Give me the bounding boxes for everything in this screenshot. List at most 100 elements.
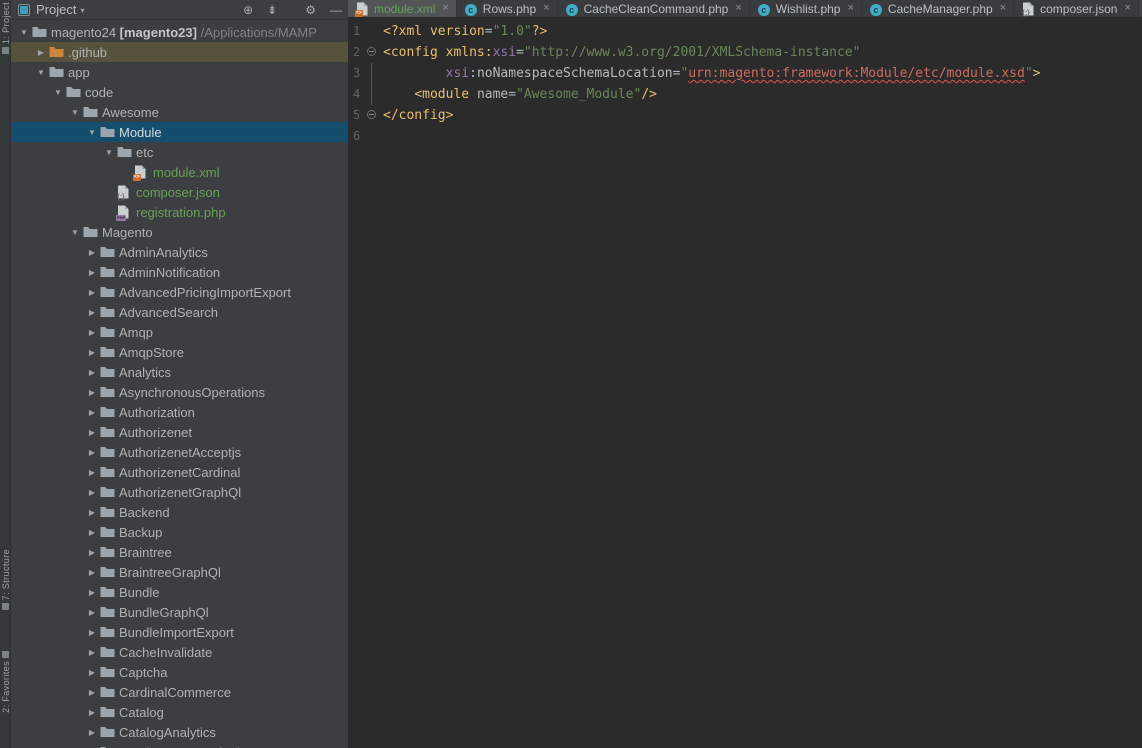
tree-row-module.xml[interactable]: <>module.xml — [11, 162, 348, 182]
code-line-5[interactable]: 5</config> — [348, 105, 1142, 126]
fold-collapse-icon[interactable] — [367, 110, 376, 119]
tree-row-AmqpStore[interactable]: ▶ AmqpStore — [11, 342, 348, 362]
tree-row-Catalog[interactable]: ▶ Catalog — [11, 702, 348, 722]
collapsed-arrow-icon[interactable]: ▶ — [84, 268, 100, 277]
tree-row-BraintreeGraphQl[interactable]: ▶ BraintreeGraphQl — [11, 562, 348, 582]
tree-row-etc[interactable]: ▼ etc — [11, 142, 348, 162]
collapsed-arrow-icon[interactable]: ▶ — [84, 648, 100, 657]
collapsed-arrow-icon[interactable]: ▶ — [84, 468, 100, 477]
collapsed-arrow-icon[interactable]: ▶ — [84, 428, 100, 437]
close-tab-icon[interactable]: × — [735, 3, 741, 14]
code-line-1[interactable]: 1<?xml version="1.0"?> — [348, 21, 1142, 42]
collapsed-arrow-icon[interactable]: ▶ — [84, 508, 100, 517]
tree-row-Module[interactable]: ▼ Module — [11, 122, 348, 142]
collapsed-arrow-icon[interactable]: ▶ — [84, 608, 100, 617]
hide-panel-icon[interactable]: — — [330, 3, 342, 17]
tree-row-Authorization[interactable]: ▶ Authorization — [11, 402, 348, 422]
tree-row-Backend[interactable]: ▶ Backend — [11, 502, 348, 522]
tree-row-composer.json[interactable]: {;}composer.json — [11, 182, 348, 202]
collapsed-arrow-icon[interactable]: ▶ — [84, 488, 100, 497]
tab-Wishlist.php[interactable]: cWishlist.php× — [750, 0, 862, 17]
tree-row-CacheInvalidate[interactable]: ▶ CacheInvalidate — [11, 642, 348, 662]
collapsed-arrow-icon[interactable]: ▶ — [84, 728, 100, 737]
tree-row-Amqp[interactable]: ▶ Amqp — [11, 322, 348, 342]
collapsed-arrow-icon[interactable]: ▶ — [84, 588, 100, 597]
tree-row-registration.php[interactable]: PHPregistration.php — [11, 202, 348, 222]
tree-row-Analytics[interactable]: ▶ Analytics — [11, 362, 348, 382]
tree-row-code[interactable]: ▼ code — [11, 82, 348, 102]
code-line-3[interactable]: 3 xsi:noNamespaceSchemaLocation="urn:mag… — [348, 63, 1142, 84]
tree-row-app[interactable]: ▼ app — [11, 62, 348, 82]
tree-row-Awesome[interactable]: ▼ Awesome — [11, 102, 348, 122]
tree-row-AuthorizenetAcceptjs[interactable]: ▶ AuthorizenetAcceptjs — [11, 442, 348, 462]
tree-row-CatalogCmsGraphQl[interactable]: ▶ CatalogCmsGraphQl — [11, 742, 348, 748]
tree-row-AdvancedSearch[interactable]: ▶ AdvancedSearch — [11, 302, 348, 322]
collapsed-arrow-icon[interactable]: ▶ — [84, 448, 100, 457]
expanded-arrow-icon[interactable]: ▼ — [67, 108, 83, 117]
collapsed-arrow-icon[interactable]: ▶ — [84, 568, 100, 577]
close-tab-icon[interactable]: × — [442, 3, 448, 14]
code-editor[interactable]: 1<?xml version="1.0"?>2<config xmlns:xsi… — [348, 18, 1142, 748]
code-line-2[interactable]: 2<config xmlns:xsi="http://www.w3.org/20… — [348, 42, 1142, 63]
collapsed-arrow-icon[interactable]: ▶ — [84, 288, 100, 297]
stripe-favorites-button[interactable]: 2: Favorites — [0, 648, 11, 713]
collapsed-arrow-icon[interactable]: ▶ — [84, 548, 100, 557]
close-tab-icon[interactable]: × — [847, 3, 853, 14]
collapsed-arrow-icon[interactable]: ▶ — [84, 708, 100, 717]
settings-gear-icon[interactable]: ⚙ — [305, 3, 316, 17]
tab-CacheCleanCommand.php[interactable]: cCacheCleanCommand.php× — [558, 0, 750, 17]
close-tab-icon[interactable]: × — [1124, 3, 1130, 14]
expanded-arrow-icon[interactable]: ▼ — [84, 128, 100, 137]
tree-row-AsynchronousOperations[interactable]: ▶ AsynchronousOperations — [11, 382, 348, 402]
fold-collapse-icon[interactable] — [367, 47, 376, 56]
tree-row-Captcha[interactable]: ▶ Captcha — [11, 662, 348, 682]
collapsed-arrow-icon[interactable]: ▶ — [84, 388, 100, 397]
tree-row-.github[interactable]: ▶ .github — [11, 42, 348, 62]
tree-row-Authorizenet[interactable]: ▶ Authorizenet — [11, 422, 348, 442]
tree-row-Backup[interactable]: ▶ Backup — [11, 522, 348, 542]
collapsed-arrow-icon[interactable]: ▶ — [84, 368, 100, 377]
locate-file-icon[interactable]: ⊕ — [243, 3, 253, 17]
tree-row-BundleImportExport[interactable]: ▶ BundleImportExport — [11, 622, 348, 642]
collapsed-arrow-icon[interactable]: ▶ — [84, 628, 100, 637]
tree-row-Bundle[interactable]: ▶ Bundle — [11, 582, 348, 602]
tree-row-AuthorizenetGraphQl[interactable]: ▶ AuthorizenetGraphQl — [11, 482, 348, 502]
collapsed-arrow-icon[interactable]: ▶ — [33, 48, 49, 57]
tree-row-CardinalCommerce[interactable]: ▶ CardinalCommerce — [11, 682, 348, 702]
tree-row-AuthorizenetCardinal[interactable]: ▶ AuthorizenetCardinal — [11, 462, 348, 482]
tree-row-AdminAnalytics[interactable]: ▶ AdminAnalytics — [11, 242, 348, 262]
tab-CacheManager.php[interactable]: cCacheManager.php× — [862, 0, 1014, 17]
code-line-4[interactable]: 4 <module name="Awesome_Module"/> — [348, 84, 1142, 105]
expanded-arrow-icon[interactable]: ▼ — [16, 28, 32, 37]
fold-marker-gutter[interactable] — [366, 42, 379, 63]
stripe-structure-button[interactable]: 7: Structure — [0, 549, 11, 613]
code-line-6[interactable]: 6 — [348, 126, 1142, 147]
tree-row-magento24[interactable]: ▼ magento24 [magento23] /Applications/MA… — [11, 22, 348, 42]
tree-row-AdvancedPricingImportExport[interactable]: ▶ AdvancedPricingImportExport — [11, 282, 348, 302]
tree-row-Braintree[interactable]: ▶ Braintree — [11, 542, 348, 562]
collapsed-arrow-icon[interactable]: ▶ — [84, 348, 100, 357]
tree-row-Magento[interactable]: ▼ Magento — [11, 222, 348, 242]
collapsed-arrow-icon[interactable]: ▶ — [84, 408, 100, 417]
project-panel-title[interactable]: Project — [36, 2, 76, 17]
fold-marker-gutter[interactable] — [366, 105, 379, 126]
tab-composer.json[interactable]: {;}composer.json× — [1014, 0, 1139, 17]
expanded-arrow-icon[interactable]: ▼ — [101, 148, 117, 157]
tree-row-BundleGraphQl[interactable]: ▶ BundleGraphQl — [11, 602, 348, 622]
collapsed-arrow-icon[interactable]: ▶ — [84, 528, 100, 537]
collapse-all-icon[interactable]: ⇟ — [267, 3, 277, 17]
chevron-down-icon[interactable]: ▾ — [80, 6, 84, 15]
tree-row-AdminNotification[interactable]: ▶ AdminNotification — [11, 262, 348, 282]
collapsed-arrow-icon[interactable]: ▶ — [84, 668, 100, 677]
tab-module.xml[interactable]: <>module.xml× — [348, 0, 457, 17]
collapsed-arrow-icon[interactable]: ▶ — [84, 308, 100, 317]
tab-Rows.php[interactable]: cRows.php× — [457, 0, 558, 17]
expanded-arrow-icon[interactable]: ▼ — [33, 68, 49, 77]
expanded-arrow-icon[interactable]: ▼ — [50, 88, 66, 97]
collapsed-arrow-icon[interactable]: ▶ — [84, 688, 100, 697]
close-tab-icon[interactable]: × — [1000, 3, 1006, 14]
expanded-arrow-icon[interactable]: ▼ — [67, 228, 83, 237]
collapsed-arrow-icon[interactable]: ▶ — [84, 328, 100, 337]
tree-row-CatalogAnalytics[interactable]: ▶ CatalogAnalytics — [11, 722, 348, 742]
stripe-project-button[interactable]: 1: Project — [0, 2, 11, 57]
